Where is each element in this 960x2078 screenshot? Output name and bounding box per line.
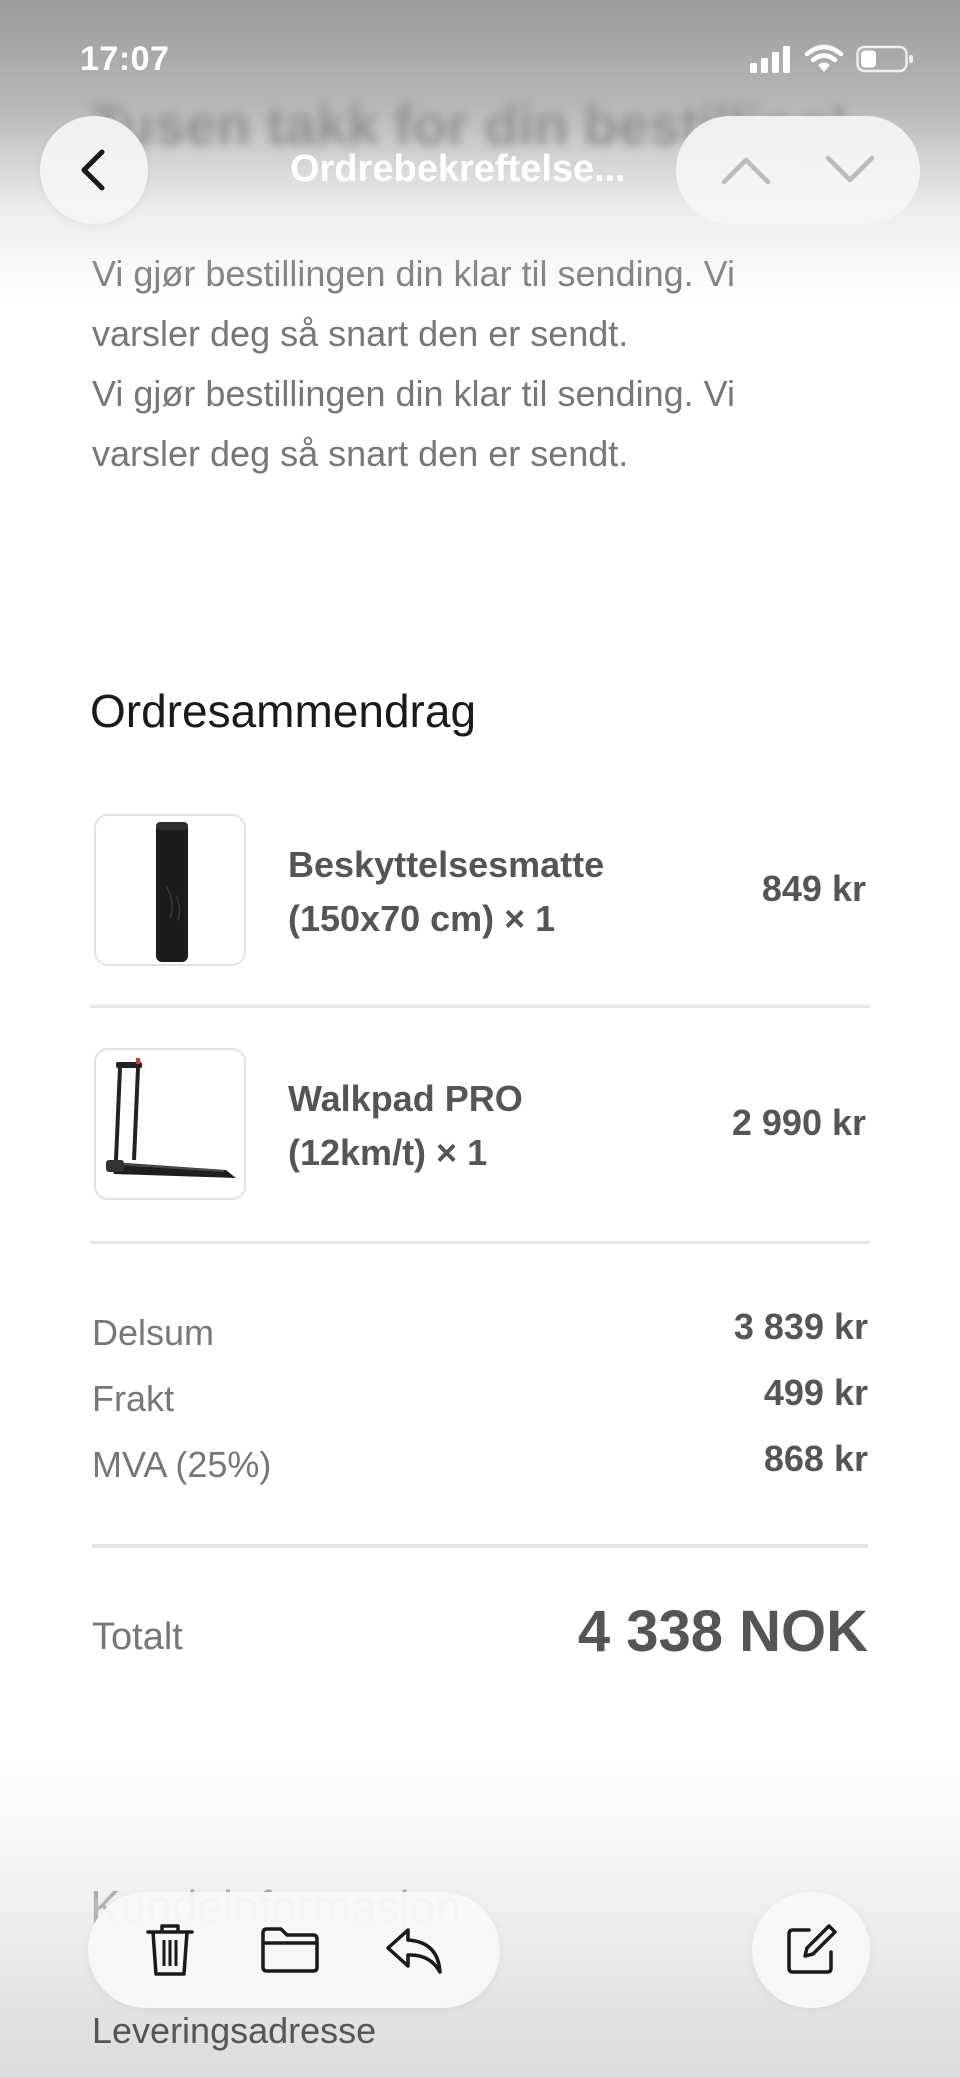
- item-name: Beskyttelsesmatte (150x70 cm) × 1: [288, 838, 648, 946]
- shipping-label: Frakt: [92, 1378, 175, 1419]
- item-name-line: (150x70 cm) × 1: [288, 898, 556, 939]
- subtotal-value: 3 839 kr: [733, 1306, 868, 1347]
- shipping-row: Frakt 499 kr: [92, 1372, 868, 1428]
- trash-icon: [145, 1924, 194, 1976]
- message-toolbar: [88, 1892, 500, 2008]
- intro-line: Vi gjør bestillingen din klar til sendin…: [92, 253, 736, 294]
- divider: [90, 1241, 870, 1244]
- rolled-mat-image: [94, 814, 246, 966]
- previous-message-button[interactable]: [720, 152, 772, 188]
- compose-icon: [783, 1922, 839, 1978]
- item-price: 849 kr: [761, 868, 866, 909]
- subtotal-label: Delsum: [92, 1312, 215, 1353]
- divider: [90, 1005, 870, 1008]
- chevron-left-icon: [74, 146, 114, 194]
- reply-button[interactable]: [384, 1924, 444, 1976]
- shipping-value: 499 kr: [763, 1372, 868, 1413]
- treadmill-image: [94, 1048, 246, 1200]
- battery-icon: [856, 45, 914, 73]
- order-item[interactable]: Walkpad PRO (12km/t) × 1 2 990 kr: [90, 1048, 870, 1204]
- item-name-line: Beskyttelsesmatte: [288, 844, 605, 885]
- chevron-up-icon: [721, 157, 771, 185]
- item-name-line: (12km/t) × 1: [288, 1132, 488, 1173]
- item-price: 2 990 kr: [731, 1102, 866, 1143]
- status-bar: 17:07: [0, 0, 960, 120]
- vat-label: MVA (25%): [92, 1444, 272, 1485]
- order-summary-title: Ordresammendrag: [90, 685, 477, 737]
- reply-icon: [386, 1928, 443, 1974]
- wifi-icon: [804, 44, 844, 74]
- intro-line: varsler deg så snart den er sendt.: [92, 313, 629, 354]
- cellular-signal-icon: [750, 45, 792, 73]
- move-to-folder-button[interactable]: [259, 1925, 321, 1975]
- delivery-address-label: Leveringsadresse: [92, 2010, 377, 2051]
- status-icons: [750, 44, 914, 74]
- divider: [92, 1544, 868, 1548]
- vat-value: 868 kr: [763, 1438, 868, 1479]
- order-item[interactable]: Beskyttelsesmatte (150x70 cm) × 1 849 kr: [90, 814, 870, 970]
- message-navigation: [676, 116, 920, 224]
- intro-line: varsler deg så snart den er sendt.: [92, 433, 629, 474]
- subtotal-row: Delsum 3 839 kr: [92, 1306, 868, 1362]
- delete-button[interactable]: [144, 1920, 196, 1980]
- item-name-line: Walkpad PRO: [288, 1078, 523, 1119]
- status-time: 17:07: [80, 40, 170, 78]
- folder-icon: [261, 1927, 319, 1973]
- next-message-button[interactable]: [824, 152, 876, 188]
- compose-button[interactable]: [752, 1892, 870, 2008]
- item-name: Walkpad PRO (12km/t) × 1: [288, 1072, 648, 1180]
- total-label: Totalt: [92, 1616, 183, 1658]
- nav-title: Ordrebekreftelse...: [290, 148, 626, 190]
- vat-row: MVA (25%) 868 kr: [92, 1438, 868, 1494]
- back-button[interactable]: [40, 116, 148, 224]
- chevron-down-icon: [825, 155, 875, 183]
- intro-text: Vi gjør bestillingen din klar til sendin…: [92, 244, 892, 484]
- intro-line: Vi gjør bestillingen din klar til sendin…: [92, 373, 736, 414]
- total-value: 4 338 NOK: [577, 1599, 868, 1664]
